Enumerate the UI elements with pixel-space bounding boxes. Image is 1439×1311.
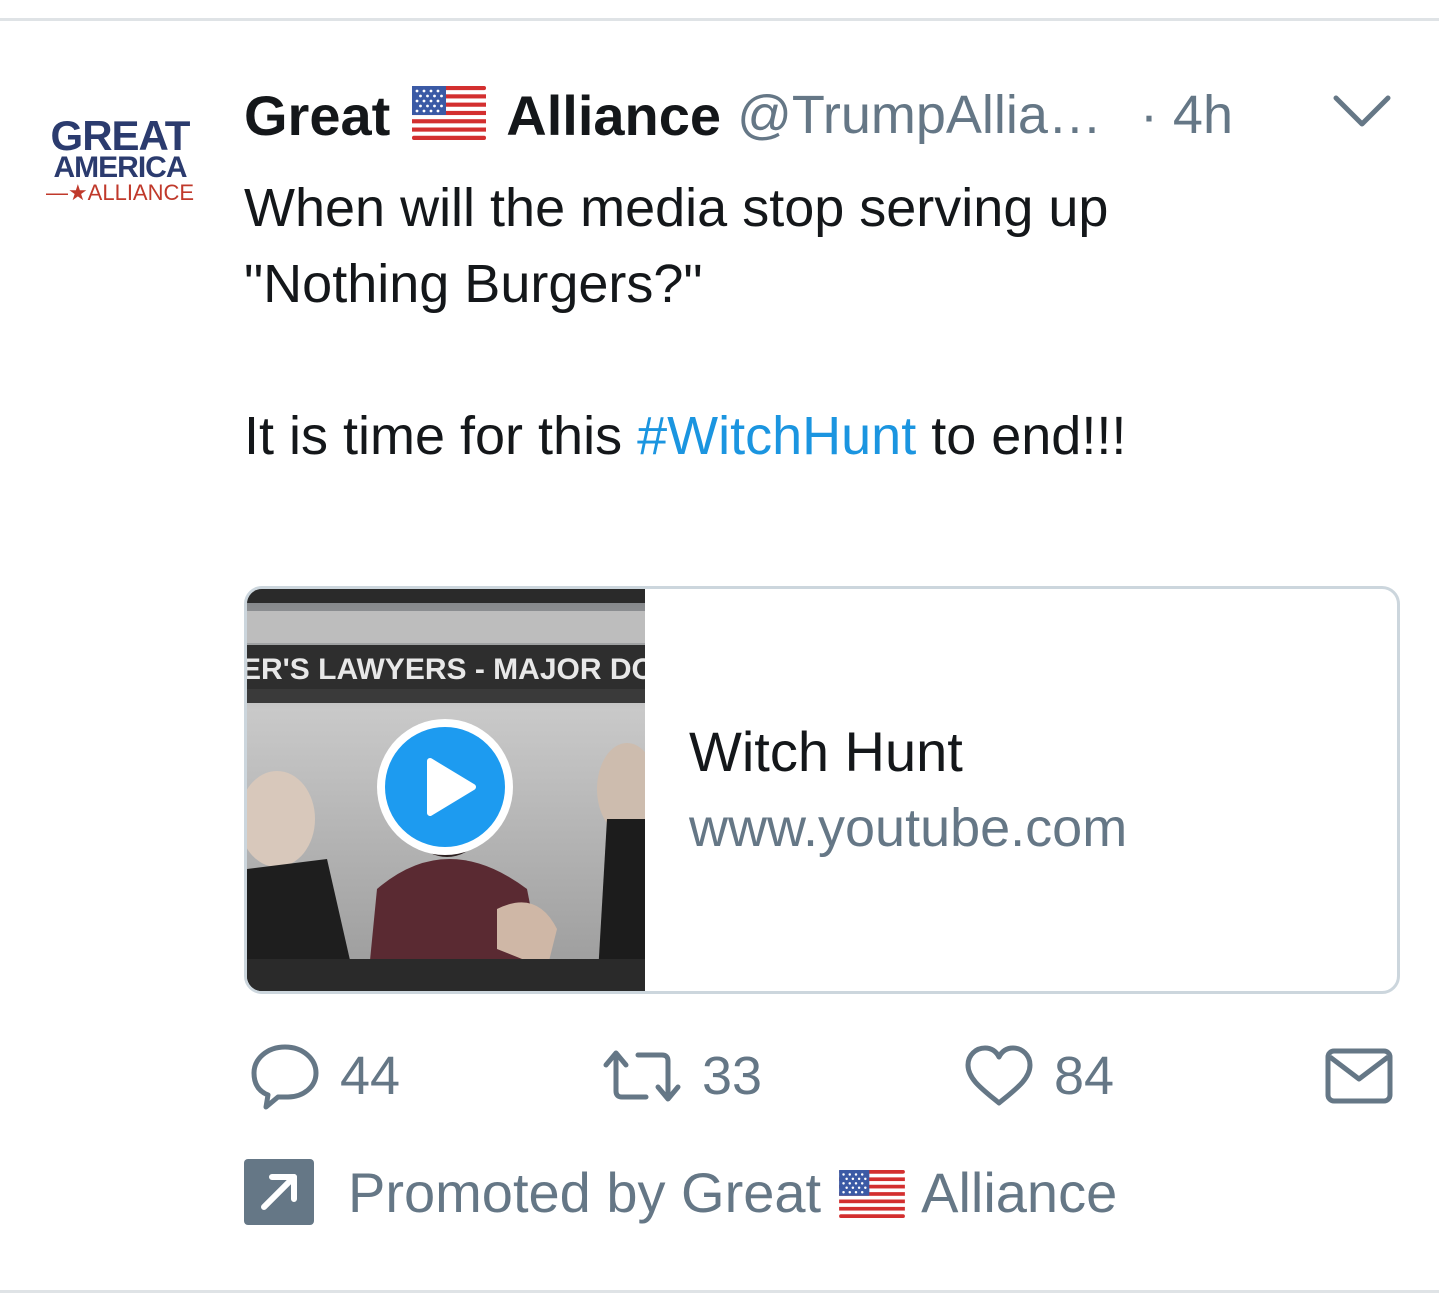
reply-count: 44 bbox=[340, 1046, 401, 1106]
us-flag-icon bbox=[412, 86, 487, 140]
promoted-arrow-icon bbox=[244, 1159, 314, 1225]
thumbnail-caption: ER'S LAWYERS - MAJOR DONA bbox=[247, 653, 645, 686]
promoted-text-end[interactable]: Alliance bbox=[921, 1160, 1117, 1225]
tweet-line-2: "Nothing Burgers?" bbox=[244, 254, 703, 314]
promoted-text-start[interactable]: Promoted by Great bbox=[348, 1160, 821, 1225]
logo-line-alliance: —★ALLIANCE bbox=[45, 180, 195, 205]
top-divider bbox=[0, 18, 1439, 21]
tweet-screen: GREAT AMERICA —★ALLIANCE Great Alliance … bbox=[0, 0, 1439, 1311]
retweet-button[interactable]: 33 bbox=[600, 1036, 762, 1116]
avatar[interactable]: GREAT AMERICA —★ALLIANCE bbox=[40, 112, 200, 218]
card-title[interactable]: Witch Hunt bbox=[689, 719, 963, 784]
video-thumbnail[interactable]: ER'S LAWYERS - MAJOR DONA bbox=[247, 589, 645, 991]
reply-icon bbox=[251, 1044, 319, 1110]
tweet-line-3: It is time for this #WitchHunt to end!!! bbox=[244, 398, 1394, 474]
display-name-part1[interactable]: Great bbox=[244, 83, 390, 148]
heart-icon bbox=[965, 1045, 1033, 1106]
logo-line-america: AMERICA bbox=[53, 151, 188, 184]
hashtag-link[interactable]: #WitchHunt bbox=[637, 406, 916, 466]
display-name-part2[interactable]: Alliance bbox=[506, 83, 721, 148]
like-count: 84 bbox=[1054, 1046, 1115, 1106]
link-card[interactable]: ER'S LAWYERS - MAJOR DONA Wit bbox=[244, 586, 1400, 994]
play-icon[interactable] bbox=[375, 717, 515, 857]
chevron-down-icon[interactable] bbox=[1332, 92, 1392, 132]
user-handle[interactable]: @TrumpAllia… bbox=[737, 84, 1102, 146]
tweet-timestamp[interactable]: · 4h bbox=[1140, 84, 1233, 146]
promoted-label: Promoted by Great Alliance bbox=[244, 1156, 1394, 1228]
tweet-line-3-start: It is time for this bbox=[244, 406, 638, 466]
tweet-actions: 44 33 84 bbox=[244, 1036, 1394, 1116]
tweet-line-3-end: to end!!! bbox=[916, 406, 1127, 466]
envelope-icon bbox=[1325, 1048, 1393, 1104]
retweet-icon bbox=[603, 1050, 681, 1102]
us-flag-icon bbox=[839, 1170, 905, 1218]
tweet-line-1: When will the media stop serving up bbox=[244, 178, 1109, 238]
like-button[interactable]: 84 bbox=[962, 1036, 1114, 1116]
retweet-count: 33 bbox=[702, 1046, 763, 1106]
logo-line-great: GREAT bbox=[50, 112, 191, 159]
tweet-header: Great Alliance @TrumpAllia… · 4h bbox=[244, 80, 1384, 150]
reply-button[interactable]: 44 bbox=[248, 1036, 400, 1116]
card-url[interactable]: www.youtube.com bbox=[689, 797, 1127, 859]
direct-message-button[interactable] bbox=[1324, 1036, 1394, 1116]
bottom-divider bbox=[0, 1290, 1439, 1293]
tweet-text: When will the media stop serving up "Not… bbox=[244, 170, 1394, 474]
